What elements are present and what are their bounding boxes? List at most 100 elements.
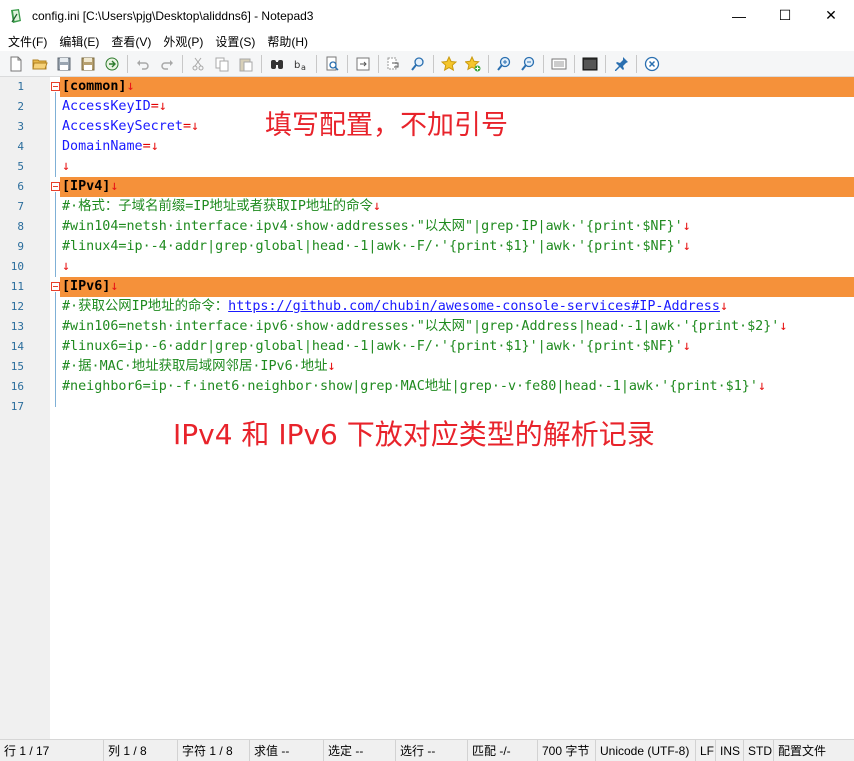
line-number: 10: [10, 260, 24, 273]
editor-line[interactable]: 12 #·获取公网IP地址的命令：https://github.com/chubi…: [0, 297, 854, 317]
fold-toggle-ipv4[interactable]: [51, 182, 60, 191]
toolbar-separator: [488, 54, 489, 73]
copy-button[interactable]: [210, 53, 234, 75]
annotation-bottom: IPv4 和 IPv6 下放对应类型的解析记录: [173, 418, 655, 451]
zoom-out-button[interactable]: [516, 53, 540, 75]
close-file-button[interactable]: [640, 53, 664, 75]
url-link[interactable]: https://github.com/chubin/awesome-consol…: [228, 299, 720, 314]
line-number: 3: [17, 120, 24, 133]
editor-line[interactable]: 8 #win104=netsh·interface·ipv4·show·addre…: [0, 217, 854, 237]
zoom-in-icon: [497, 56, 511, 71]
save-as-icon: [81, 57, 95, 70]
save-as-button[interactable]: [76, 53, 100, 75]
menu-edit[interactable]: 编辑(E): [51, 33, 103, 50]
section-highlight: [60, 177, 854, 197]
fold-toggle-common[interactable]: [51, 82, 60, 91]
line-end-marker: ↓: [150, 139, 159, 154]
redo-button[interactable]: [155, 53, 179, 75]
close-file-icon: [644, 56, 660, 71]
undo-button[interactable]: [131, 53, 155, 75]
find-button[interactable]: [265, 53, 289, 75]
comment-text: #·据·MAC·地址获取局域网邻居·IPv6·地址: [62, 359, 328, 374]
line-end-marker: ↓: [191, 119, 200, 134]
menu-help[interactable]: 帮助(H): [259, 33, 312, 50]
favorites-icon: [441, 55, 457, 71]
word-wrap-button[interactable]: [382, 53, 406, 75]
editor-line[interactable]: 6 [IPv4]↓: [0, 177, 854, 197]
notepad3-app-icon: [11, 8, 21, 23]
toolbar-separator: [574, 54, 575, 73]
menu-file[interactable]: 文件(F): [0, 33, 51, 50]
schemes-icon: [551, 58, 567, 69]
menu-appearance[interactable]: 外观(P): [155, 33, 207, 50]
line-number: 6: [17, 180, 24, 193]
editor-line[interactable]: 10 ↓: [0, 257, 854, 277]
search-doc-button[interactable]: [320, 53, 344, 75]
zoom-find-button[interactable]: [406, 53, 430, 75]
menu-settings[interactable]: 设置(S): [207, 33, 259, 50]
code-text: [IPv6]↓: [62, 277, 118, 297]
editor-line[interactable]: 13 #win106=netsh·interface·ipv6·show·addr…: [0, 317, 854, 337]
line-end-marker: ↓: [682, 339, 691, 354]
status-column: 列 1 / 8: [104, 739, 178, 761]
goto-button[interactable]: [351, 53, 375, 75]
status-encoding[interactable]: Unicode (UTF-8): [596, 739, 696, 761]
menu-view[interactable]: 查看(V): [103, 33, 155, 50]
editor-line[interactable]: 15 #·据·MAC·地址获取局域网邻居·IPv6·地址↓: [0, 357, 854, 377]
editor-line[interactable]: 7 #·格式：子域名前缀=IP地址或者获取IP地址的命令↓: [0, 197, 854, 217]
schemes-button[interactable]: [547, 53, 571, 75]
status-eol[interactable]: LF: [696, 739, 716, 761]
config-key: AccessKeySecret: [62, 119, 183, 134]
favorites-button[interactable]: [437, 53, 461, 75]
toolbar-separator: [316, 54, 317, 73]
maximize-button[interactable]: ☐: [762, 0, 808, 31]
fold-guide-line: [55, 192, 56, 277]
line-end-marker: ↓: [110, 279, 119, 294]
replace-button[interactable]: ba: [289, 53, 313, 75]
minimize-button[interactable]: —: [716, 0, 762, 31]
comment-text: #linux6=ip·-6·addr|grep·global|head·-1|a…: [62, 339, 683, 354]
browse-icon: [105, 57, 119, 70]
toolbar-separator: [261, 54, 262, 73]
open-folder-icon: [32, 59, 48, 69]
paste-button[interactable]: [234, 53, 258, 75]
code-text: #·格式：子域名前缀=IP地址或者获取IP地址的命令↓: [62, 197, 381, 217]
console-button[interactable]: [578, 53, 602, 75]
browse-button[interactable]: [100, 53, 124, 75]
editor-line[interactable]: 16 #neighbor6=ip·-f·inet6·neighbor·show|g…: [0, 377, 854, 397]
toolbar: ba: [0, 51, 854, 77]
editor-line[interactable]: 1 [common]↓: [0, 77, 854, 97]
pin-button[interactable]: [609, 53, 633, 75]
equals-sign: =: [182, 119, 191, 134]
line-number: 5: [17, 160, 24, 173]
cut-button[interactable]: [186, 53, 210, 75]
line-end-marker: ↓: [126, 79, 135, 94]
editor-line[interactable]: 9 #linux4=ip·-4·addr|grep·global|head·-1|…: [0, 237, 854, 257]
editor-area[interactable]: 1 [common]↓ 2 AccessKeyID=↓ 3 AccessKeySecret…: [0, 77, 854, 739]
toolbar-separator: [127, 54, 128, 73]
status-ins[interactable]: INS: [716, 739, 744, 761]
editor-line[interactable]: 11 [IPv6]↓: [0, 277, 854, 297]
fold-toggle-ipv6[interactable]: [51, 282, 60, 291]
comment-text: #win106=netsh·interface·ipv6·show·addres…: [62, 319, 780, 334]
close-icon: ✕: [825, 7, 837, 23]
line-end-marker: ↓: [757, 379, 766, 394]
editor-line[interactable]: 14 #linux6=ip·-6·addr|grep·global|head·-1…: [0, 337, 854, 357]
line-number: 4: [17, 140, 24, 153]
close-button[interactable]: ✕: [808, 0, 854, 31]
save-button[interactable]: [52, 53, 76, 75]
new-file-button[interactable]: [4, 53, 28, 75]
title-bar: config.ini [C:\Users\pjg\Desktop\aliddns…: [0, 0, 854, 31]
add-favorite-button[interactable]: [461, 53, 485, 75]
fold-guide-line: [55, 92, 56, 177]
code-text: ↓: [62, 157, 70, 177]
open-button[interactable]: [28, 53, 52, 75]
maximize-icon: ☐: [778, 7, 792, 23]
status-lexer[interactable]: 配置文件: [774, 740, 854, 761]
zoom-in-button[interactable]: [492, 53, 516, 75]
status-std[interactable]: STD: [744, 739, 774, 761]
editor-line[interactable]: 5 ↓: [0, 157, 854, 177]
comment-text: #linux4=ip·-4·addr|grep·global|head·-1|a…: [62, 239, 683, 254]
line-end-marker: ↓: [682, 219, 691, 234]
line-number: 11: [10, 280, 24, 293]
